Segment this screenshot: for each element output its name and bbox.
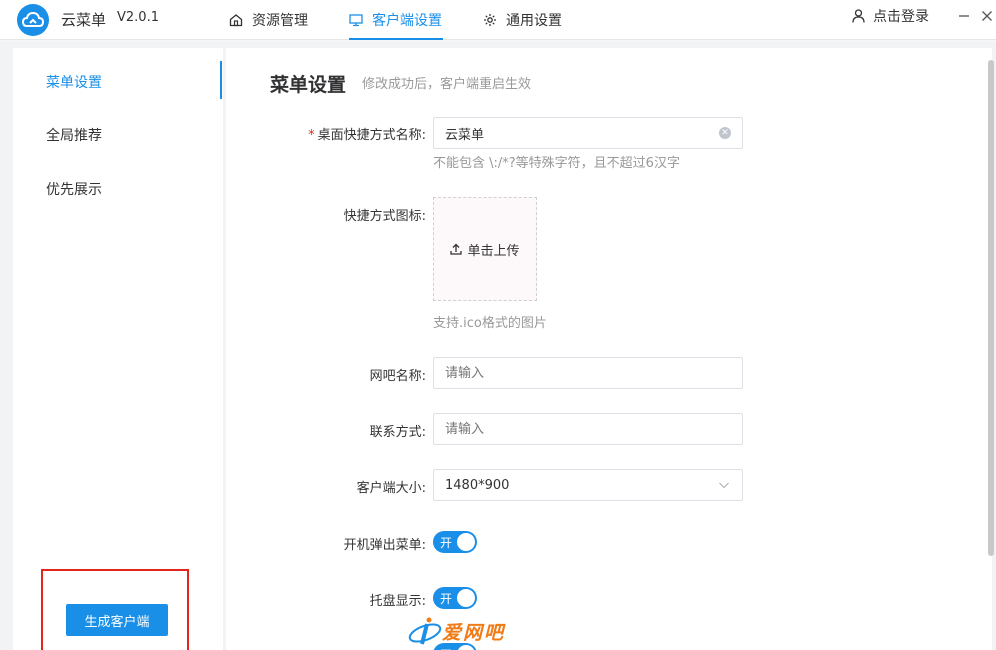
tab-label: 客户端设置 xyxy=(372,13,442,29)
cafe-name-input[interactable] xyxy=(433,357,743,389)
startup-popup-toggle[interactable]: 开 xyxy=(433,531,477,553)
tray-display-toggle[interactable]: 开 xyxy=(433,587,477,609)
toggle-knob xyxy=(457,589,475,607)
shortcut-icon-hint: 支持.ico格式的图片 xyxy=(433,316,547,331)
client-size-label: 客户端大小: xyxy=(356,481,426,496)
sidebar-item-global-recommend[interactable]: 全局推荐 xyxy=(46,125,102,145)
sidebar-item-menu-settings[interactable]: 菜单设置 xyxy=(46,72,102,92)
page-title: 菜单设置 xyxy=(270,74,347,96)
client-size-select[interactable]: 1480*900 xyxy=(433,469,743,501)
tab-label: 通用设置 xyxy=(506,13,562,29)
tray-display-label: 托盘显示: xyxy=(369,594,426,609)
sidebar-item-priority-display[interactable]: 优先展示 xyxy=(46,179,102,199)
cafe-name-label: 网吧名称: xyxy=(369,369,426,384)
main-panel: 菜单设置 修改成功后，客户端重启生效 * 桌面快捷方式名称: 云菜单 ✕ 不能包含… xyxy=(226,48,992,650)
generate-client-button[interactable]: 生成客户端 xyxy=(66,604,168,636)
contact-input[interactable] xyxy=(433,413,743,445)
upload-label: 单击上传 xyxy=(467,243,520,259)
shortcut-icon-label: 快捷方式图标: xyxy=(343,209,426,224)
toggle-text: 开 xyxy=(440,536,453,550)
tab-general-settings[interactable]: 通用设置 xyxy=(483,0,562,40)
login-button[interactable]: 点击登录 xyxy=(852,0,929,32)
tab-label: 资源管理 xyxy=(252,13,308,29)
minimize-icon[interactable] xyxy=(955,6,973,26)
scrollbar[interactable] xyxy=(988,60,994,556)
tab-client-settings[interactable]: 客户端设置 xyxy=(349,0,443,40)
watermark-logo: 爱网吧 xyxy=(408,616,588,650)
user-icon xyxy=(852,9,865,23)
clear-icon[interactable]: ✕ xyxy=(719,127,731,139)
icon-upload-area[interactable]: 单击上传 xyxy=(433,197,537,301)
contact-label: 联系方式: xyxy=(369,425,426,440)
title-bar: 云菜单 V2.0.1 资源管理 客户端设置 通用设置 点击登录 xyxy=(0,0,996,40)
shortcut-name-hint: 不能包含 \:/*?等特殊字符，且不超过6汉字 xyxy=(433,156,680,171)
shortcut-name-value: 云菜单 xyxy=(445,127,485,143)
shortcut-name-input[interactable]: 云菜单 ✕ xyxy=(433,117,743,149)
cloud-logo-icon xyxy=(17,4,49,36)
shortcut-name-label: * 桌面快捷方式名称: xyxy=(226,124,426,143)
required-mark: * xyxy=(308,128,315,143)
home-icon xyxy=(229,13,243,27)
close-icon[interactable] xyxy=(978,6,996,26)
startup-popup-label: 开机弹出菜单: xyxy=(343,538,426,553)
watermark-text: 爱网吧 xyxy=(442,622,506,644)
tab-resource-management[interactable]: 资源管理 xyxy=(229,0,308,40)
chevron-down-icon xyxy=(718,479,730,495)
sidebar-active-indicator xyxy=(220,61,222,99)
app-version: V2.0.1 xyxy=(117,10,159,25)
shortcut-name-label-text: 桌面快捷方式名称: xyxy=(317,128,426,143)
upload-icon xyxy=(450,243,463,255)
monitor-icon xyxy=(349,13,363,27)
login-label: 点击登录 xyxy=(873,9,929,25)
client-size-value: 1480*900 xyxy=(445,477,510,493)
gear-icon xyxy=(483,13,497,27)
sidebar: 菜单设置 全局推荐 优先展示 生成客户端 xyxy=(13,48,223,650)
toggle-knob xyxy=(457,533,475,551)
page-subtitle: 修改成功后，客户端重启生效 xyxy=(362,77,532,92)
toggle-text: 开 xyxy=(440,592,453,606)
app-name: 云菜单 xyxy=(61,11,107,29)
